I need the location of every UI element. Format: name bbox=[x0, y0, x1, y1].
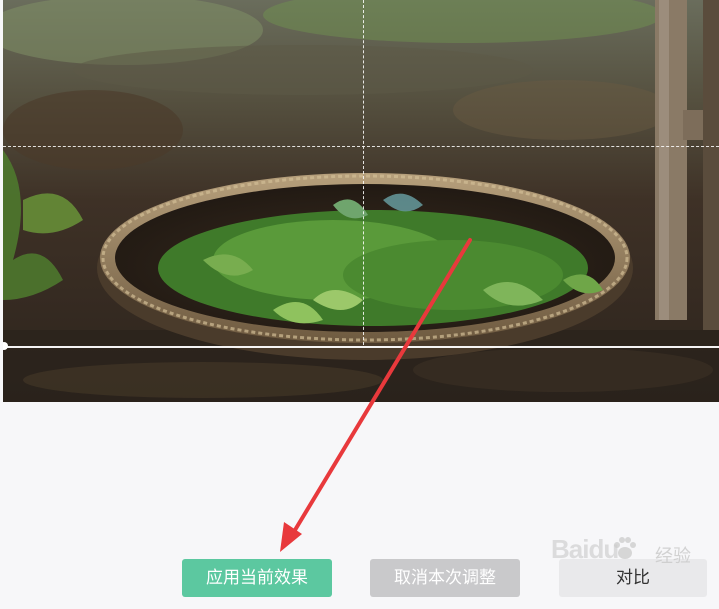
photo-image bbox=[3, 0, 719, 402]
photo-preview[interactable] bbox=[3, 0, 719, 402]
cancel-adjustment-button[interactable]: 取消本次调整 bbox=[370, 559, 520, 597]
crop-bottom-edge[interactable] bbox=[3, 346, 719, 348]
paw-icon bbox=[614, 537, 636, 559]
apply-current-effect-button[interactable]: 应用当前效果 bbox=[182, 559, 332, 597]
compare-button[interactable]: 对比 bbox=[559, 559, 707, 597]
crop-guide-horizontal bbox=[3, 146, 719, 147]
crop-guide-vertical bbox=[363, 0, 364, 345]
image-editor: 应用当前效果 取消本次调整 对比 Baidu 经验 bbox=[0, 0, 719, 609]
